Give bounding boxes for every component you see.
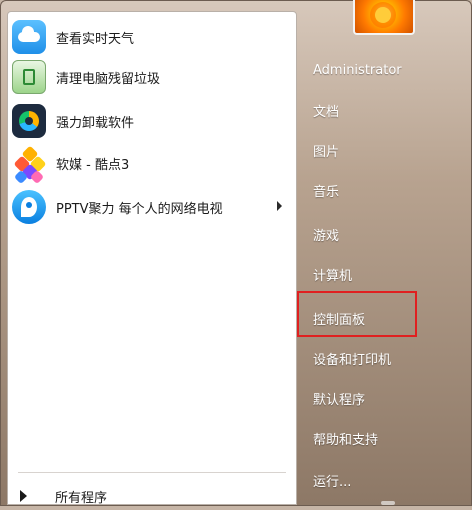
user-folder-administrator[interactable]: Administrator [301, 53, 469, 87]
power-hint [381, 501, 395, 505]
uninstall-icon [12, 104, 46, 138]
program-uninstall[interactable]: 强力卸载软件 [12, 102, 292, 140]
all-programs-label: 所有程序 [55, 490, 108, 506]
clean-junk-icon [12, 60, 46, 94]
right-item-devices-and-printers[interactable]: 设备和打印机 [301, 341, 469, 375]
right-item-label: 默认程序 [313, 392, 366, 408]
start-menu: 查看实时天气 清理电脑残留垃圾 强力卸载软件 软媒 - 酷点3 PPTV聚力 每… [0, 0, 472, 506]
user-avatar[interactable] [353, 0, 415, 35]
places-pane: Administrator 文档 图片 音乐 游戏 计算机 控制面板 设备和打印… [301, 0, 472, 507]
programs-pane: 查看实时天气 清理电脑残留垃圾 强力卸载软件 软媒 - 酷点3 PPTV聚力 每… [7, 11, 297, 506]
right-item-label: 设备和打印机 [313, 352, 392, 368]
program-weather[interactable]: 查看实时天气 [12, 18, 292, 56]
program-clean-junk[interactable]: 清理电脑残留垃圾 [12, 58, 292, 96]
right-item-default-programs[interactable]: 默认程序 [301, 381, 469, 415]
weather-icon [12, 20, 46, 54]
right-item-label: 音乐 [313, 184, 340, 200]
ruanmei-icon [12, 145, 47, 185]
program-label: 软媒 - 酷点3 [56, 157, 130, 173]
control-panel-highlight-box [297, 291, 417, 337]
submenu-arrow-icon [277, 201, 282, 211]
right-item-label: 计算机 [313, 268, 353, 284]
right-item-music[interactable]: 音乐 [301, 173, 469, 207]
right-item-run[interactable]: 运行... [301, 463, 469, 497]
program-label: 强力卸载软件 [56, 115, 135, 131]
right-item-label: 文档 [313, 104, 340, 120]
program-label: PPTV聚力 每个人的网络电视 [56, 201, 223, 217]
right-item-label: 运行... [313, 474, 352, 490]
play-arrow-icon [20, 490, 27, 502]
right-item-games[interactable]: 游戏 [301, 217, 469, 251]
pptv-icon [12, 190, 46, 224]
program-label: 查看实时天气 [56, 31, 135, 47]
program-ruanmei[interactable]: 软媒 - 酷点3 [12, 144, 292, 185]
right-item-pictures[interactable]: 图片 [301, 133, 469, 167]
right-item-documents[interactable]: 文档 [301, 93, 469, 127]
divider [18, 472, 286, 473]
right-item-label: Administrator [313, 62, 402, 78]
right-item-label: 帮助和支持 [313, 432, 379, 448]
right-item-label: 图片 [313, 144, 340, 160]
right-item-help-and-support[interactable]: 帮助和支持 [301, 421, 469, 455]
program-pptv[interactable]: PPTV聚力 每个人的网络电视 [12, 188, 292, 226]
right-item-label: 游戏 [313, 228, 340, 244]
right-item-computer[interactable]: 计算机 [301, 257, 469, 291]
program-label: 清理电脑残留垃圾 [56, 71, 161, 87]
